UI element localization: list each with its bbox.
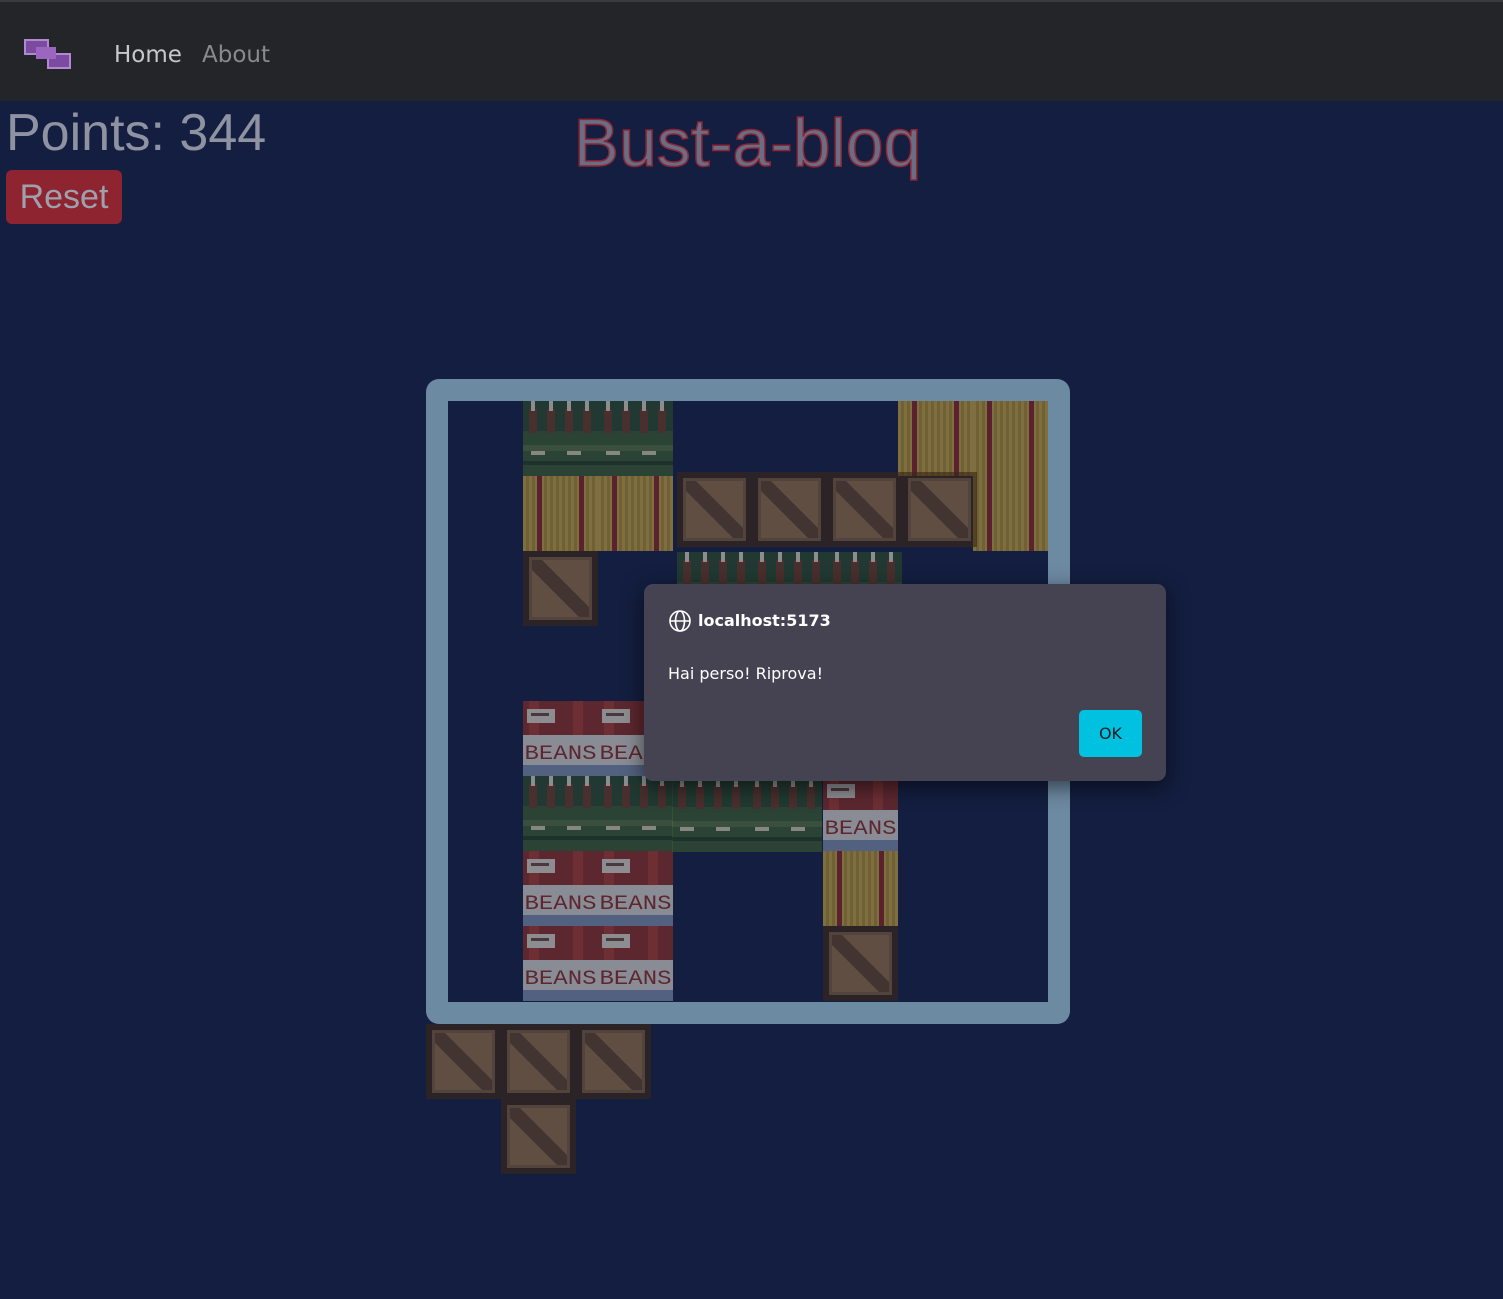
tray-piece-tile-crate[interactable] [576,1024,651,1099]
dragging-piece-tile-crate[interactable] [752,472,827,547]
board-tile-bottles [523,401,598,476]
svg-text:BEANS: BEANS [600,968,672,991]
board-tile-hay [523,476,598,551]
board-tile-crate [823,926,898,1001]
dragging-piece-tile-crate[interactable] [902,472,977,547]
tray-piece-tile-crate[interactable] [426,1024,501,1099]
dialog-message: Hai perso! Riprova! [668,664,823,683]
board-tile-hay [973,401,1048,476]
globe-icon [669,610,691,632]
dialog-origin: localhost:5173 [698,611,831,630]
board-tile-hay [973,476,1048,551]
top-navbar: Home About [0,0,1503,101]
svg-text:BEANS: BEANS [525,743,597,766]
tetromino-logo-icon[interactable] [24,38,72,72]
svg-text:BEANS: BEANS [525,968,597,991]
alert-dialog: localhost:5173 Hai perso! Riprova! OK [644,584,1166,781]
board-tile-hay [598,476,673,551]
board-tile-beans: BEANS [598,851,673,926]
nav-home-link[interactable]: Home [114,42,182,68]
svg-text:BEANS: BEANS [600,893,672,916]
dragging-piece-tile-crate[interactable] [677,472,752,547]
tray-piece-tile-crate[interactable] [501,1024,576,1099]
ok-button[interactable]: OK [1079,710,1142,757]
board-tile-crate [523,551,598,626]
dragging-piece-tile-crate[interactable] [827,472,902,547]
game-title: Bust-a-bloq [573,104,922,182]
board-tile-beans: BEANS [523,926,598,1001]
board-tile-bottles [598,401,673,476]
board-tile-beans: BEANS [523,701,598,776]
board-tile-beans: BEANS [598,926,673,1001]
dragging-piece-tile-bottles[interactable] [672,777,747,852]
board-tile-hay [898,401,973,476]
svg-text:BEANS: BEANS [525,893,597,916]
dragging-piece-tile-bottles[interactable] [747,777,822,852]
svg-text:BEANS: BEANS [825,818,897,841]
board-tile-bottles [523,776,598,851]
board-tile-beans: BEANS [823,776,898,851]
board-tile-bottles [598,776,673,851]
board-tile-beans: BEANS [523,851,598,926]
nav-about-link[interactable]: About [202,42,270,68]
tray-piece-tile-crate[interactable] [501,1099,576,1174]
board-tile-hay [823,851,898,926]
